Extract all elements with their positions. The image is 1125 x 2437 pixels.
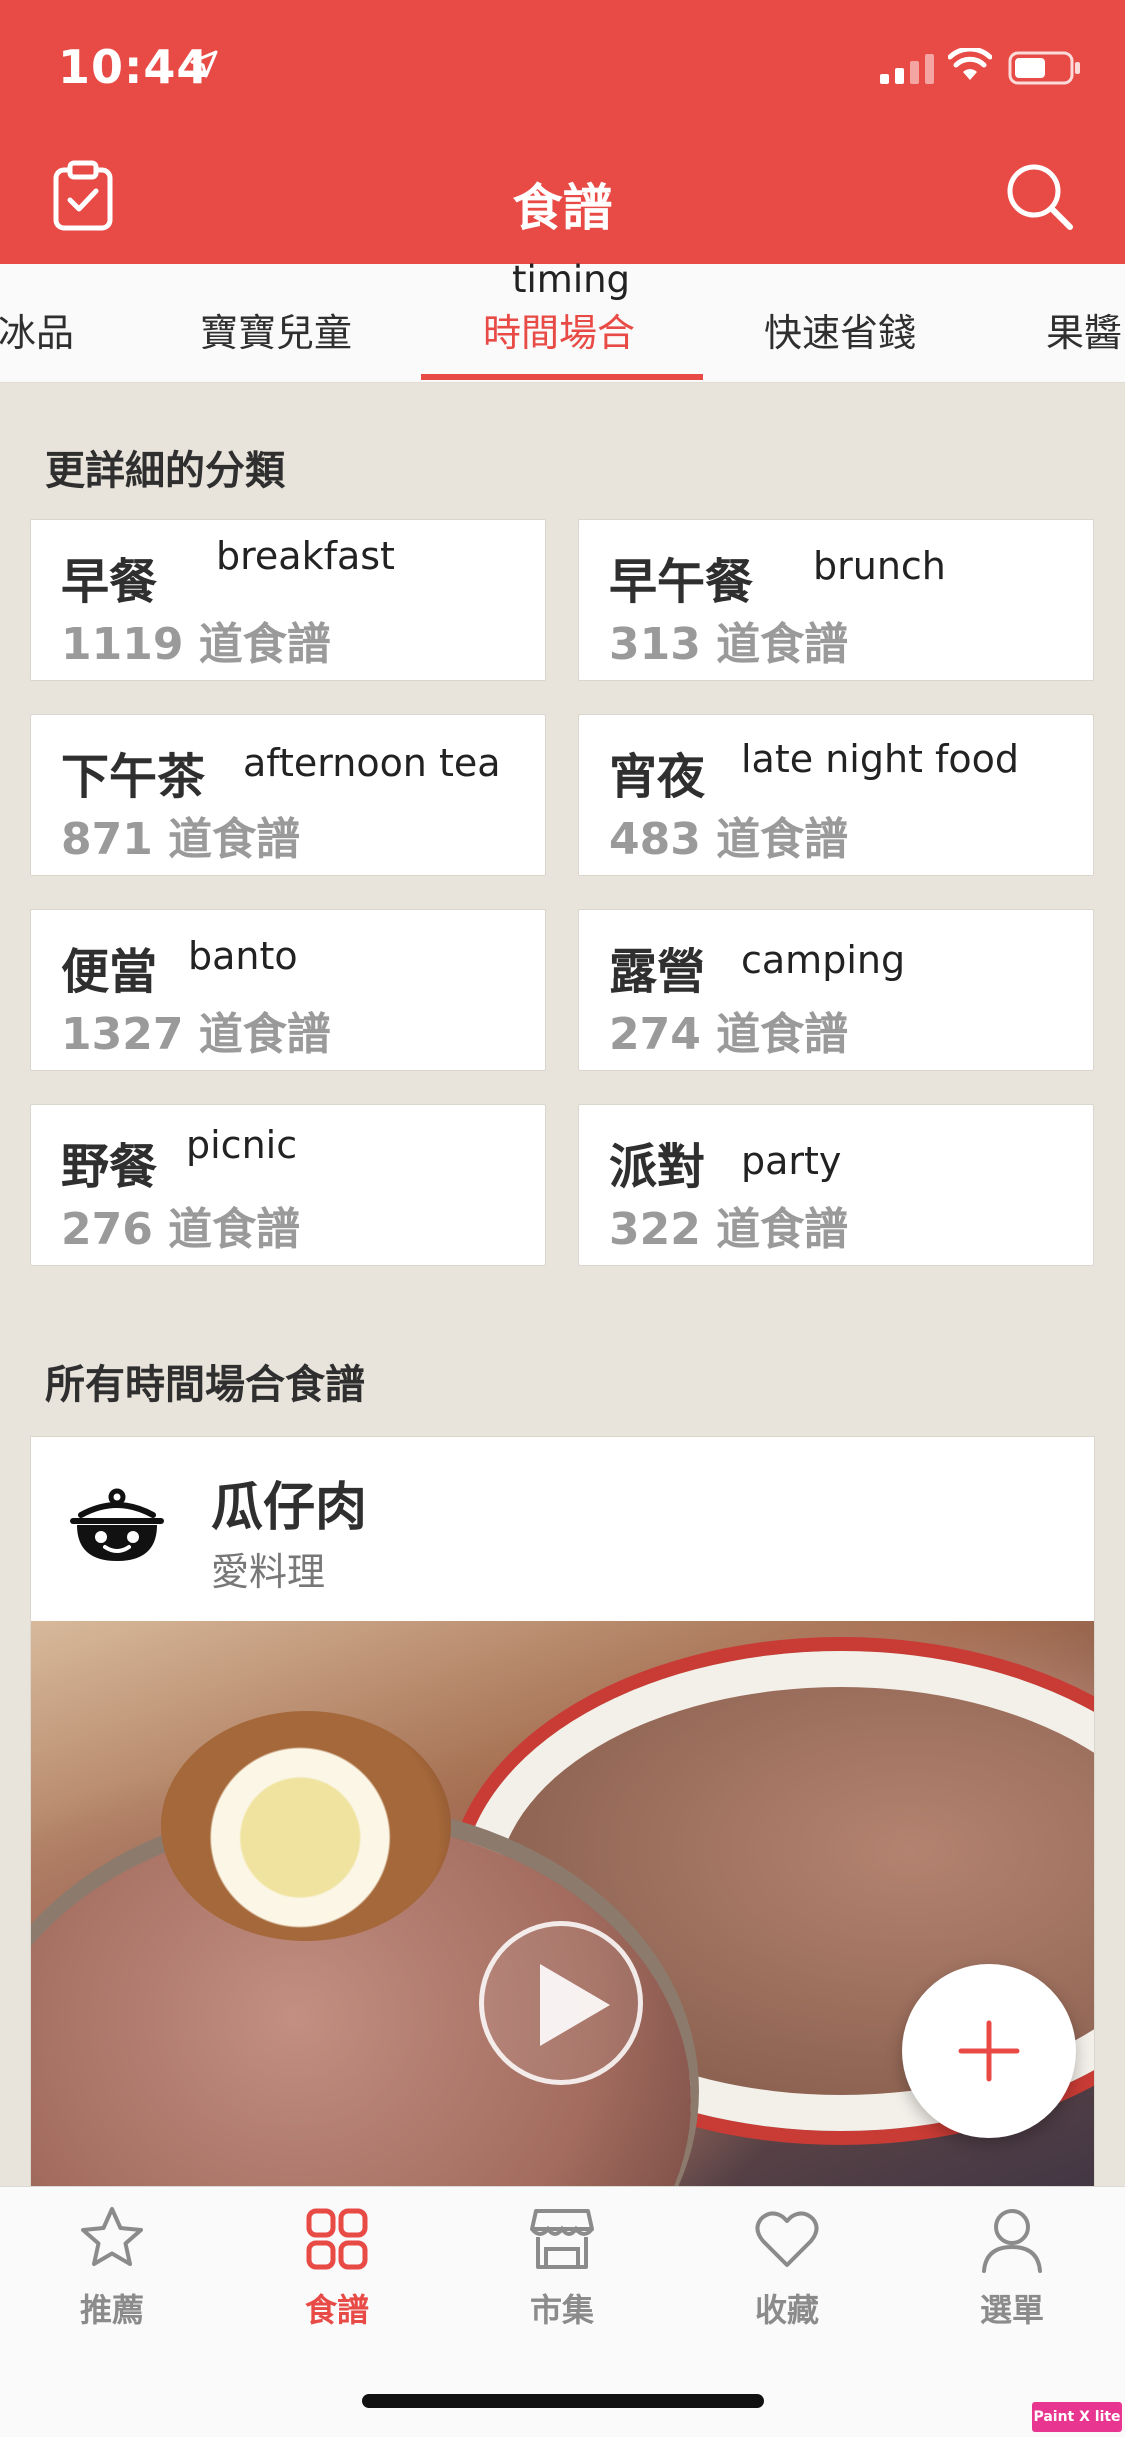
home-indicator	[362, 2394, 764, 2408]
subcategory-card-afternoon-tea[interactable]: 下午茶 afternoon tea 871 道食譜	[30, 714, 546, 876]
star-icon	[81, 2207, 143, 2266]
subcategory-name: 便當	[61, 944, 158, 1000]
nav-label-recipes: 食譜	[304, 2291, 369, 2329]
subcategory-name: 早餐	[61, 554, 158, 610]
add-recipe-button[interactable]	[902, 1964, 1076, 2138]
subcategory-count: 1327 道食譜	[61, 1009, 331, 1060]
store-icon	[530, 2209, 594, 2269]
subcategory-name: 派對	[609, 1139, 706, 1195]
nav-item-recommend[interactable]: 推薦	[32, 2203, 192, 2331]
location-arrow-icon	[190, 50, 218, 78]
tab-kids[interactable]: 寶寶兒童	[200, 302, 352, 357]
subcategory-note: banto	[188, 934, 298, 978]
tab-jam[interactable]: 果醬	[1046, 302, 1122, 357]
subcategory-card-breakfast[interactable]: 早餐 breakfast 1119 道食譜	[30, 519, 546, 681]
pot-icon	[70, 1488, 164, 1561]
plus-icon	[958, 2020, 1020, 2082]
heart-icon	[755, 2211, 819, 2267]
search-icon[interactable]	[1005, 162, 1075, 232]
subcategory-card-party[interactable]: 派對 party 322 道食譜	[578, 1104, 1094, 1266]
subcategory-card-picnic[interactable]: 野餐 picnic 276 道食譜	[30, 1104, 546, 1266]
subcategory-section-title: 更詳細的分類	[45, 448, 285, 494]
nav-label-favorites: 收藏	[754, 2291, 819, 2329]
app-header: 10:44 食譜	[0, 0, 1125, 264]
page-title: 食譜	[512, 179, 613, 237]
subcategory-count: 276 道食譜	[61, 1204, 301, 1255]
subcategory-note: brunch	[813, 544, 946, 588]
subcategory-name: 下午茶	[61, 749, 206, 805]
signal-icon	[880, 54, 934, 84]
nav-item-recipes[interactable]: 食譜	[257, 2203, 417, 2331]
recipe-name: 瓜仔肉	[211, 1478, 368, 1538]
subcategory-name: 宵夜	[609, 749, 706, 805]
subcategory-card-bento[interactable]: 便當 banto 1327 道食譜	[30, 909, 546, 1071]
subcategory-note: afternoon tea	[243, 741, 501, 785]
wifi-icon	[948, 48, 992, 80]
nav-label-recommend: 推薦	[79, 2291, 144, 2329]
subcategory-note: picnic	[186, 1123, 298, 1167]
subcategory-count: 322 道食譜	[609, 1204, 849, 1255]
subcategory-note: party	[741, 1139, 842, 1183]
subcategory-note: breakfast	[216, 534, 395, 578]
nav-label-market: 市集	[529, 2291, 594, 2329]
tab-quick-budget[interactable]: 快速省錢	[764, 302, 916, 357]
watermark: Paint X lite	[1032, 2402, 1122, 2432]
tab-annotation: timing	[512, 258, 631, 301]
subcategory-note: late night food	[741, 737, 1020, 781]
subcategory-count: 871 道食譜	[61, 814, 301, 865]
subcategory-card-late-night[interactable]: 宵夜 late night food 483 道食譜	[578, 714, 1094, 876]
active-tab-indicator	[421, 374, 703, 380]
nav-item-market[interactable]: 市集	[482, 2203, 642, 2331]
subcategory-card-camping[interactable]: 露營 camping 274 道食譜	[578, 909, 1094, 1071]
recipe-author[interactable]: 愛料理	[211, 1541, 325, 1596]
nav-item-favorites[interactable]: 收藏	[707, 2203, 867, 2331]
all-recipes-section-title: 所有時間場合食譜	[45, 1362, 365, 1408]
subcategory-note: camping	[741, 938, 906, 982]
subcategory-name: 露營	[609, 944, 706, 1000]
play-video-button[interactable]	[479, 1921, 643, 2085]
subcategory-count: 483 道食譜	[609, 814, 849, 865]
grid-icon	[306, 2208, 368, 2270]
subcategory-count: 1119 道食譜	[61, 619, 331, 670]
photo-egg	[161, 1711, 451, 1941]
subcategory-name: 野餐	[61, 1139, 158, 1195]
subcategory-name: 早午餐	[609, 554, 754, 610]
subcategory-card-brunch[interactable]: 早午餐 brunch 313 道食譜	[578, 519, 1094, 681]
user-icon	[982, 2209, 1042, 2273]
battery-icon	[1008, 51, 1080, 85]
tab-timing[interactable]: 時間場合	[483, 302, 635, 357]
subcategory-count: 274 道食譜	[609, 1009, 849, 1060]
nav-item-menu[interactable]: 選單	[932, 2203, 1092, 2331]
tab-ice[interactable]: 冰品	[0, 302, 74, 357]
nav-label-menu: 選單	[979, 2291, 1044, 2329]
subcategory-count: 313 道食譜	[609, 619, 849, 670]
play-icon	[540, 1964, 610, 2046]
status-time: 10:44	[58, 40, 210, 94]
